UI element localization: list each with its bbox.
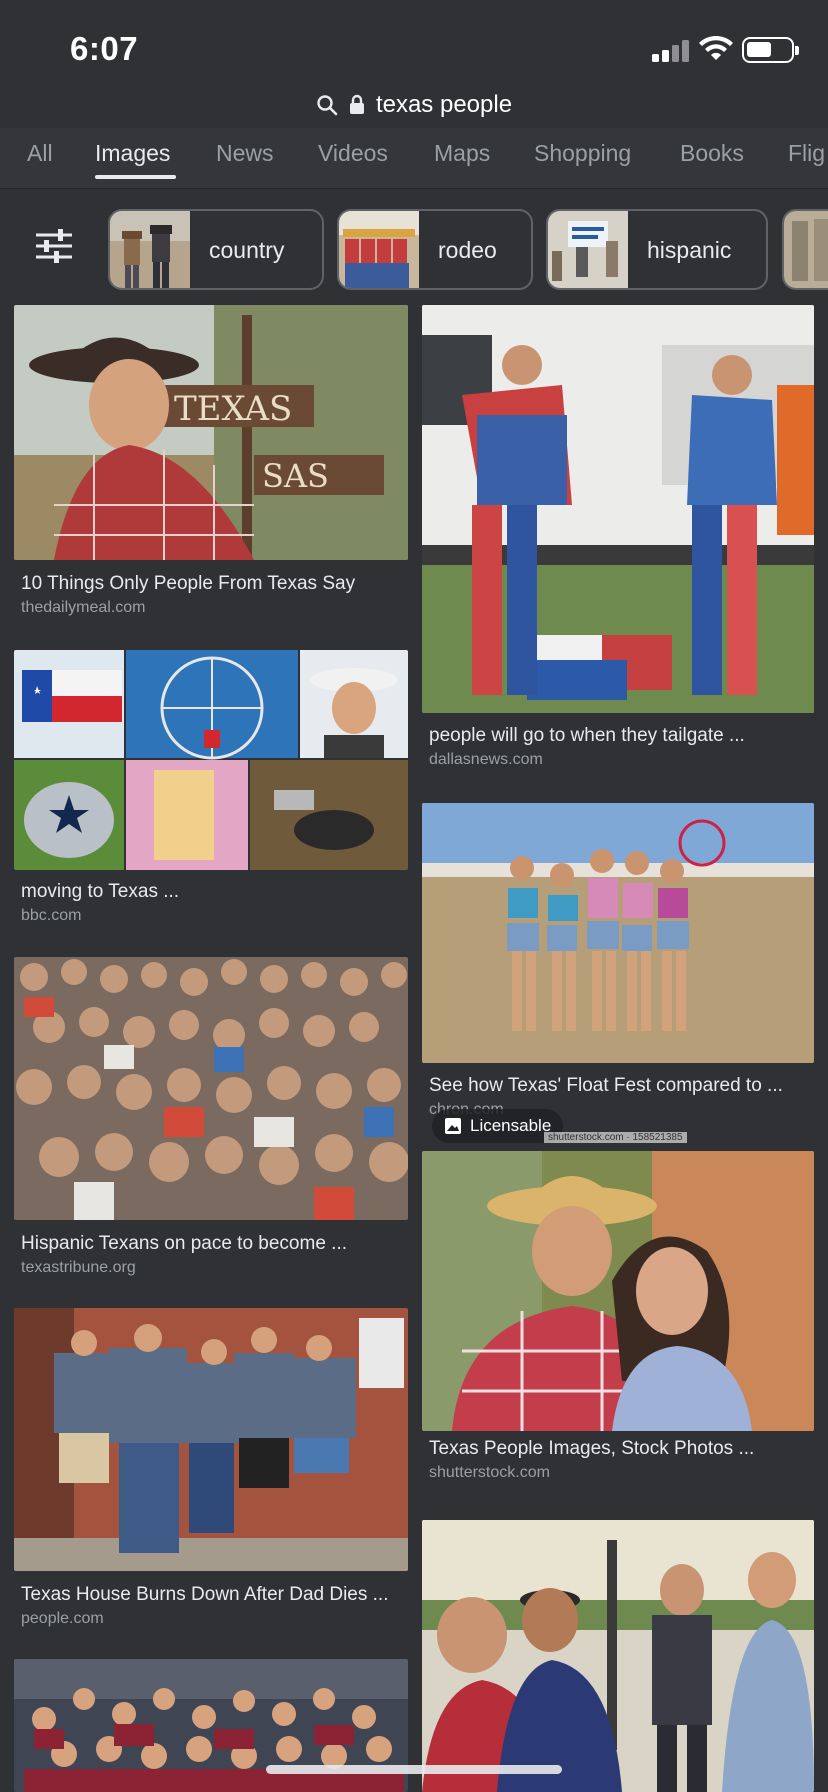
- url-bar[interactable]: texas people: [0, 82, 828, 128]
- status-time: 6:07: [70, 30, 139, 67]
- result-title: moving to Texas ...: [21, 881, 180, 902]
- result-title: See how Texas' Float Fest compared to ..…: [429, 1075, 783, 1096]
- url-text: texas people: [375, 91, 513, 118]
- wifi-icon: [699, 36, 733, 60]
- home-indicator[interactable]: [266, 1765, 562, 1774]
- watermark-text: shutterstock.com · 158521385: [544, 1132, 687, 1143]
- tab-maps[interactable]: Maps: [434, 140, 490, 167]
- result-title: Texas House Burns Down After Dad Dies ..…: [21, 1584, 389, 1605]
- tab-books[interactable]: Books: [680, 140, 744, 167]
- result-source: shutterstock.com: [429, 1464, 550, 1481]
- chip-more[interactable]: [782, 209, 828, 290]
- chip-label: rodeo: [438, 237, 497, 263]
- tab-flights[interactable]: Flig: [788, 140, 825, 167]
- result-source: thedailymeal.com: [21, 599, 146, 616]
- result-title: 10 Things Only People From Texas Say: [21, 573, 356, 594]
- chip-thumbnail: [110, 211, 190, 288]
- result-source: texastribune.org: [21, 1259, 136, 1276]
- battery-icon: [742, 37, 799, 63]
- svg-text:SAS: SAS: [262, 457, 329, 495]
- lock-icon: [349, 94, 364, 114]
- active-tab-indicator: [95, 175, 176, 179]
- image-icon: [445, 1118, 461, 1134]
- chip-rodeo[interactable]: rodeo: [337, 209, 533, 290]
- svg-text:TEXAS: TEXAS: [174, 389, 292, 429]
- result-source: dallasnews.com: [429, 751, 543, 768]
- result-thumbnail[interactable]: [14, 650, 408, 870]
- status-bar: 6:07: [0, 0, 828, 95]
- tab-all[interactable]: All: [27, 140, 53, 167]
- result-thumbnail[interactable]: [14, 957, 408, 1220]
- tab-images[interactable]: Images: [95, 140, 170, 167]
- chip-thumbnail: [339, 211, 419, 288]
- result-thumbnail[interactable]: [14, 1308, 408, 1571]
- chip-thumbnail: [548, 211, 628, 288]
- chip-label: country: [209, 237, 285, 263]
- tab-videos[interactable]: Videos: [318, 140, 388, 167]
- search-tabs: All Images News Videos Maps Shopping Boo…: [0, 128, 828, 188]
- result-thumbnail[interactable]: [422, 1151, 814, 1431]
- result-thumbnail[interactable]: TEXAS SAS: [14, 305, 408, 560]
- chip-hispanic[interactable]: hispanic: [546, 209, 768, 290]
- result-thumbnail[interactable]: [422, 1520, 814, 1792]
- result-thumbnail[interactable]: [422, 305, 814, 713]
- filter-sliders-icon[interactable]: [34, 229, 74, 263]
- chip-thumbnail: [784, 211, 828, 288]
- tab-news[interactable]: News: [216, 140, 274, 167]
- tab-shopping[interactable]: Shopping: [534, 140, 631, 167]
- suggestion-chips: country rodeo hispanic: [0, 189, 828, 301]
- chip-label: hispanic: [647, 237, 732, 263]
- result-thumbnail[interactable]: [422, 803, 814, 1063]
- search-icon: [317, 95, 338, 116]
- licensable-label: Licensable: [470, 1116, 552, 1135]
- result-title: people will go to when they tailgate ...: [429, 725, 745, 746]
- result-source: bbc.com: [21, 907, 82, 924]
- signal-icon: [652, 40, 690, 62]
- result-title: Texas People Images, Stock Photos ...: [429, 1438, 755, 1459]
- result-title: Hispanic Texans on pace to become ...: [21, 1233, 348, 1254]
- result-source: people.com: [21, 1610, 104, 1627]
- chip-country[interactable]: country: [108, 209, 324, 290]
